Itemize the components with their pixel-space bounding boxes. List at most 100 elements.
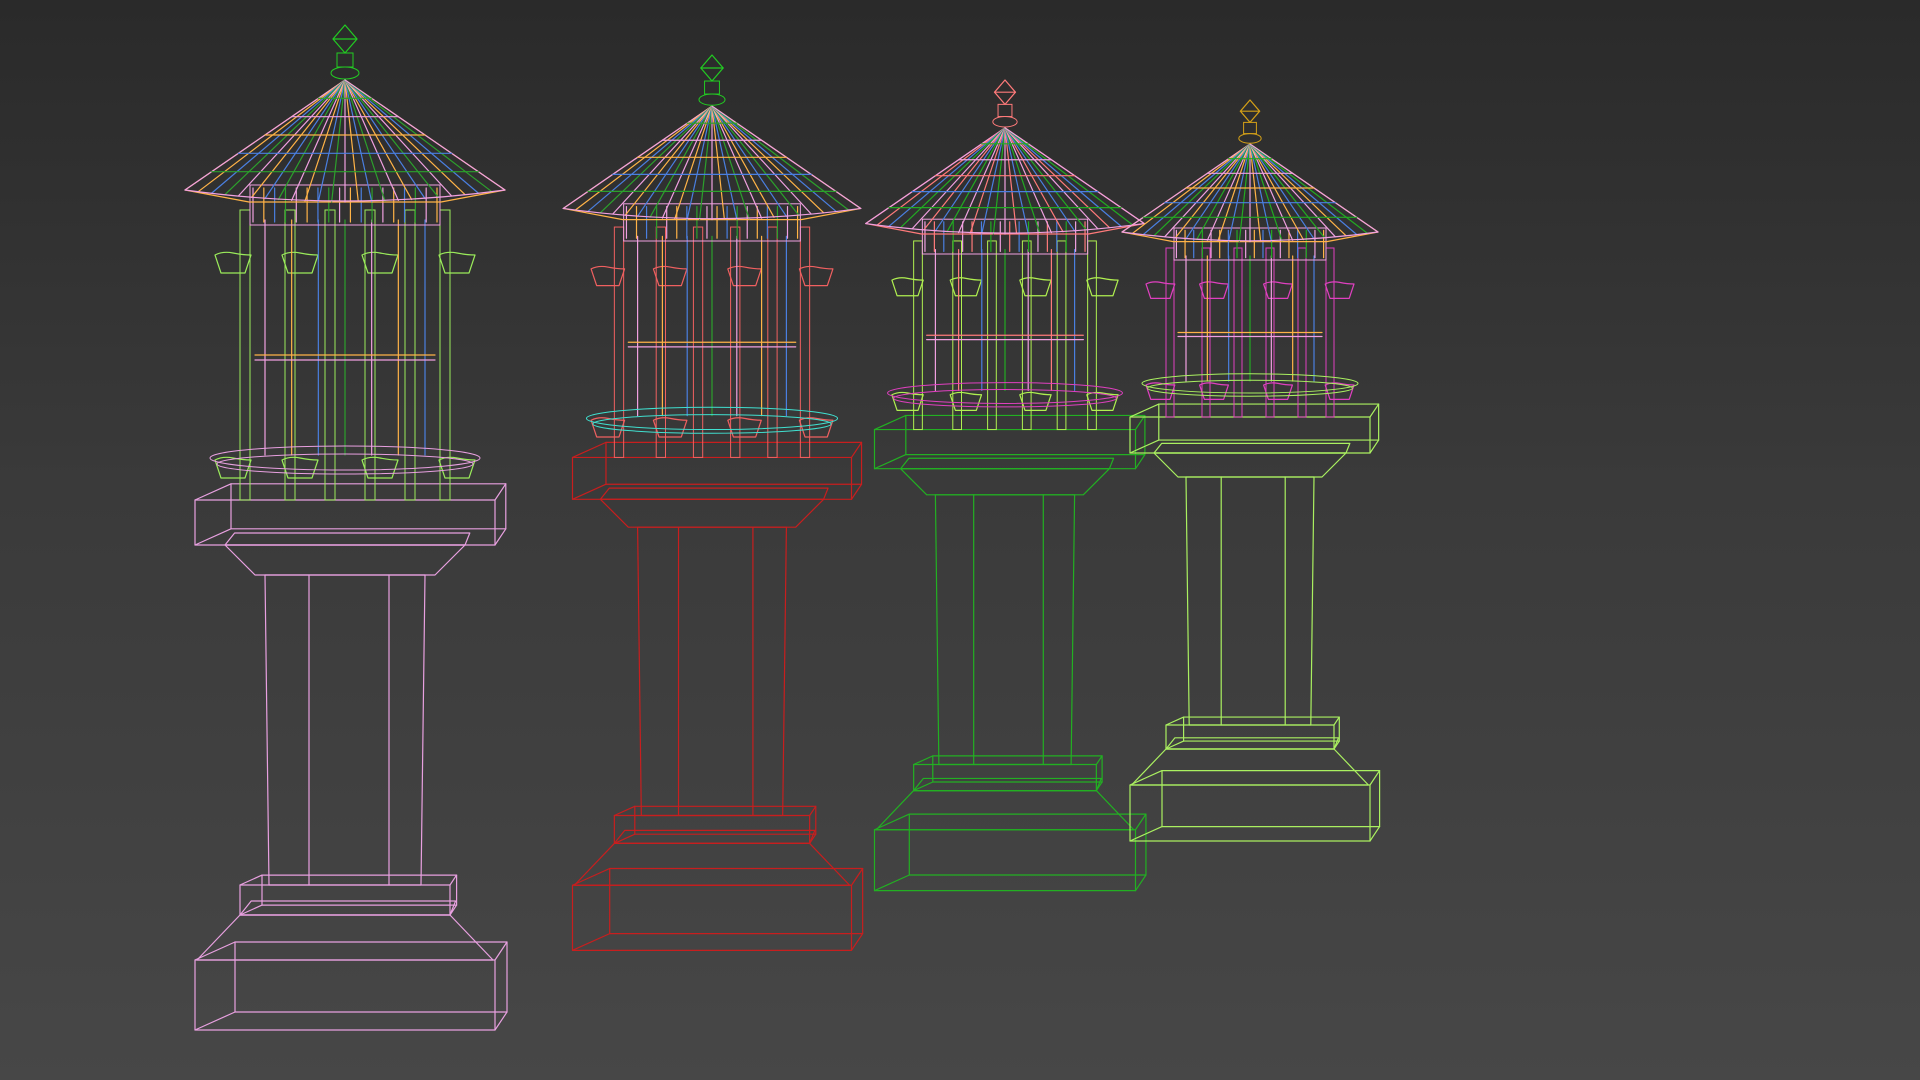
bracket xyxy=(590,417,626,438)
capital-upper-edge xyxy=(850,441,863,459)
lantern-2-base xyxy=(571,805,864,951)
bracket xyxy=(281,456,319,479)
capital-lower-top xyxy=(1153,442,1351,454)
capital-lower xyxy=(224,544,466,576)
plinth-block-edge xyxy=(873,874,910,892)
bracket xyxy=(652,265,688,287)
capital-upper-edge xyxy=(494,528,507,546)
plinth-collar-front xyxy=(613,814,811,845)
lantern-4-roof xyxy=(1121,143,1379,243)
roof-rafter xyxy=(876,127,1006,226)
finial-collar xyxy=(992,116,1018,128)
finial-neck xyxy=(704,80,720,95)
plinth-block-edge xyxy=(850,933,864,951)
capital-upper-edge xyxy=(1369,439,1380,454)
plinth-step xyxy=(1130,748,1370,786)
roof-rafter xyxy=(1153,143,1251,237)
plinth-block-edge xyxy=(850,867,864,886)
column xyxy=(799,226,811,458)
roof-rafter xyxy=(574,105,713,211)
roof-rafter xyxy=(344,79,479,194)
plinth-block-edge xyxy=(571,867,611,886)
bracket xyxy=(590,265,626,287)
bracket xyxy=(1324,382,1355,400)
roof-rafter xyxy=(711,105,800,216)
window-grid xyxy=(1177,255,1323,382)
roof-rafter xyxy=(1142,143,1251,236)
bracket xyxy=(1199,281,1229,299)
plinth-block-edge xyxy=(194,941,236,961)
plinth-block-front xyxy=(571,884,853,951)
plinth-collar-front xyxy=(913,763,1097,792)
capital-lower xyxy=(899,468,1111,496)
roof-rafter xyxy=(599,105,713,214)
roof-rafter xyxy=(344,79,493,193)
lantern-3-roof xyxy=(865,127,1145,235)
roof-rafter xyxy=(224,79,346,196)
plinth-block-back xyxy=(908,813,1147,876)
lantern-1 xyxy=(184,24,508,1031)
plinth-block-front xyxy=(1129,784,1371,842)
rail-disk-lower xyxy=(893,389,1117,408)
plinth-step xyxy=(196,914,494,961)
plinth-block-edge xyxy=(494,941,508,961)
plinth-collar-edge xyxy=(1165,716,1185,726)
roof-rafter xyxy=(251,79,346,198)
roof-rafter xyxy=(624,105,713,216)
plinth-collar-front xyxy=(1165,724,1335,750)
plinth-collar-edge xyxy=(809,805,817,817)
finial-collar xyxy=(1238,133,1262,144)
lantern-1-roof xyxy=(184,79,506,203)
3d-viewport[interactable] xyxy=(0,0,1920,1080)
lantern-3-capital xyxy=(873,414,1146,496)
roof-rafter xyxy=(711,105,837,212)
lantern-1-shaft xyxy=(264,574,426,886)
capital-upper-back xyxy=(1158,403,1380,441)
capital-upper-edge xyxy=(1369,403,1380,418)
lantern-1-capital xyxy=(194,483,507,576)
roof-rafter xyxy=(344,79,453,197)
shaft-front xyxy=(1185,476,1315,726)
shaft-front xyxy=(934,494,1076,766)
capital-lower-top xyxy=(599,487,829,500)
lantern-4-body xyxy=(1141,227,1359,418)
rail-disk-lower xyxy=(216,453,474,475)
plinth-block-back xyxy=(1161,769,1381,828)
bracket xyxy=(727,265,762,287)
capital-upper-front xyxy=(873,428,1137,470)
roof-rafter xyxy=(711,105,825,214)
roof-rafter xyxy=(344,79,466,196)
bracket xyxy=(1199,382,1229,400)
lantern-2-roof xyxy=(562,105,862,221)
bracket xyxy=(949,391,983,412)
bracket xyxy=(361,456,399,479)
plinth-block-edge xyxy=(571,933,611,951)
plinth-step-top xyxy=(913,777,1102,792)
roof-rafter xyxy=(1132,143,1251,234)
bracket xyxy=(1263,281,1293,299)
shaft-front xyxy=(264,574,426,886)
bracket xyxy=(214,456,252,479)
roof-rafter xyxy=(587,105,713,212)
plinth-block-edge xyxy=(1134,874,1147,892)
plinth-collar-edge xyxy=(1333,716,1340,726)
shaft-front xyxy=(636,526,788,817)
bracket xyxy=(361,251,399,274)
plinth-block-edge xyxy=(1369,825,1381,842)
lantern-1-finial xyxy=(330,24,360,80)
plinth-block-front xyxy=(873,829,1137,892)
finial-collar xyxy=(330,66,360,80)
capital-upper-edge xyxy=(571,483,607,500)
roof-rafter xyxy=(888,127,1006,227)
plinth-collar-edge xyxy=(239,874,263,886)
wireframe-scene[interactable] xyxy=(0,0,1920,1080)
lantern-1-body xyxy=(209,184,481,501)
plinth-step-top xyxy=(239,900,457,916)
roof-rafter xyxy=(1249,143,1347,237)
plinth-collar-edge xyxy=(913,755,934,766)
capital-upper-edge xyxy=(194,528,232,546)
finial-neck xyxy=(336,52,354,68)
capital-upper-edge xyxy=(194,483,232,501)
bracket xyxy=(438,251,476,274)
capital-upper-front xyxy=(571,456,853,500)
